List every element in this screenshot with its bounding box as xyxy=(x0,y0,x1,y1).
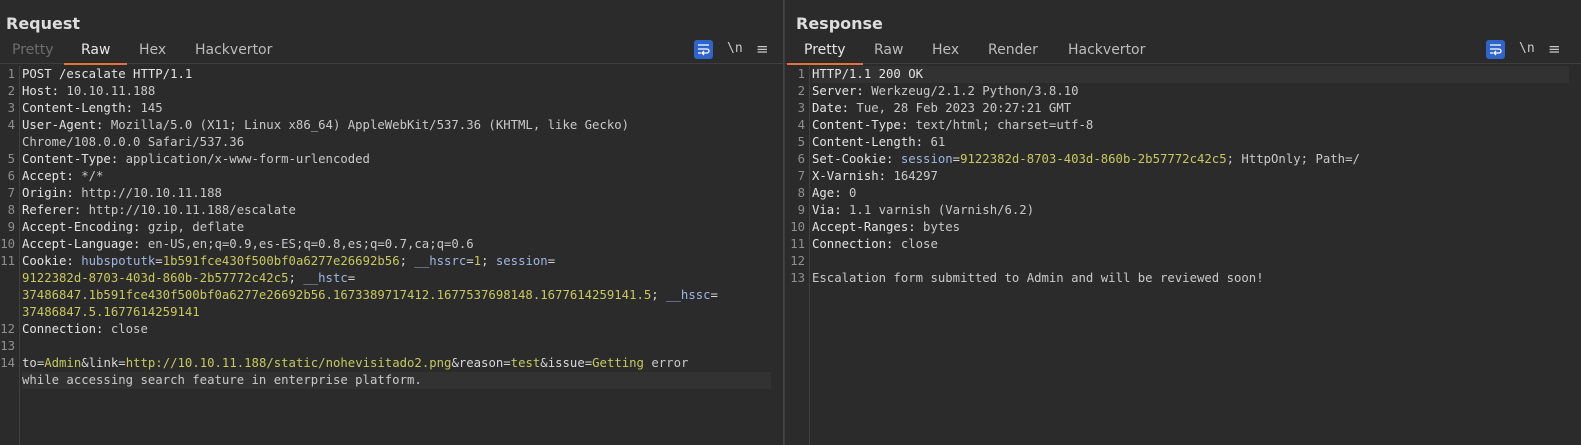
request-line: Host: 10.10.11.188 xyxy=(22,84,156,98)
response-line-numbers: 123 456 789 10 11 12 13 xyxy=(785,66,810,445)
response-pane: Response Pretty Raw Hex Render Hackverto… xyxy=(785,0,1581,445)
request-line: POST /escalate HTTP/1.1 xyxy=(22,67,193,81)
response-menu-icon[interactable]: ≡ xyxy=(1548,40,1561,58)
response-line: Server: Werkzeug/2.1.2 Python/3.8.10 xyxy=(812,84,1079,98)
request-body-line: to=Admin&link=http://10.10.11.188/static… xyxy=(22,356,689,370)
response-editor[interactable]: 123 456 789 10 11 12 13 HTTP/1.1 200 OK Se… xyxy=(785,66,1581,445)
request-line-blank xyxy=(22,338,771,355)
request-body-line: while accessing search feature in enterp… xyxy=(22,372,771,389)
response-tab-render[interactable]: Render xyxy=(984,38,1042,64)
request-tab-hackvertor[interactable]: Hackvertor xyxy=(191,38,276,64)
request-menu-icon[interactable]: ≡ xyxy=(756,40,769,58)
response-line: Via: 1.1 varnish (Varnish/6.2) xyxy=(812,203,1035,217)
response-line: Date: Tue, 28 Feb 2023 20:27:21 GMT xyxy=(812,101,1072,115)
request-line: Accept-Encoding: gzip, deflate xyxy=(22,220,245,234)
request-line: Chrome/108.0.0.0 Safari/537.36 xyxy=(22,135,245,149)
request-line: Content-Length: 145 xyxy=(22,101,163,115)
request-line: Accept: */* xyxy=(22,169,104,183)
response-tab-raw[interactable]: Raw xyxy=(870,38,907,64)
request-cookie-line: 9122382d-8703-403d-860b-2b57772c42c5; __… xyxy=(22,271,356,285)
response-body-line: Escalation form submitted to Admin and w… xyxy=(812,271,1264,285)
request-tabs: Pretty Raw Hex Hackvertor xyxy=(0,38,783,65)
request-line-numbers: 123 45 678 9 10 11 12 13 14 xyxy=(0,66,20,445)
request-tab-raw[interactable]: Raw xyxy=(63,38,129,65)
word-wrap-icon[interactable] xyxy=(1486,40,1505,59)
response-line: Content-Type: text/html; charset=utf-8 xyxy=(812,118,1094,132)
request-line: Content-Type: application/x-www-form-url… xyxy=(22,152,370,166)
request-tab-hex[interactable]: Hex xyxy=(135,38,170,64)
response-tools: \n ≡ xyxy=(1486,40,1566,60)
response-title: Response xyxy=(796,14,883,33)
newline-toggle-button[interactable]: \n xyxy=(727,41,743,56)
request-line: Referer: http://10.10.11.188/escalate xyxy=(22,203,296,217)
request-tab-pretty[interactable]: Pretty xyxy=(8,38,58,64)
response-code: HTTP/1.1 200 OK Server: Werkzeug/2.1.2 P… xyxy=(812,66,1569,445)
request-title: Request xyxy=(6,14,81,33)
response-line: Content-Length: 61 xyxy=(812,135,946,149)
request-cookie-line: 37486847.1b591fce430f500bf0a6277e26692b5… xyxy=(22,288,718,302)
request-cookie-line: Cookie: hubspotutk=1b591fce430f500bf0a62… xyxy=(22,254,556,268)
response-line-blank xyxy=(812,253,1569,270)
request-line: User-Agent: Mozilla/5.0 (X11; Linux x86_… xyxy=(22,118,630,132)
request-code: POST /escalate HTTP/1.1 Host: 10.10.11.1… xyxy=(22,66,771,445)
response-line: X-Varnish: 164297 xyxy=(812,169,938,183)
request-line: Accept-Language: en-US,en;q=0.9,es-ES;q=… xyxy=(22,237,474,251)
request-editor[interactable]: 123 45 678 9 10 11 12 13 14 POST /escalate H… xyxy=(0,66,783,445)
request-line: Origin: http://10.10.11.188 xyxy=(22,186,222,200)
newline-toggle-button[interactable]: \n xyxy=(1519,41,1535,56)
response-tabs: Pretty Raw Hex Render Hackvertor xyxy=(785,38,1581,65)
response-line: Age: 0 xyxy=(812,186,857,200)
response-line: Connection: close xyxy=(812,237,938,251)
request-cookie-line: 37486847.5.1677614259141 xyxy=(22,305,200,319)
request-tools: \n ≡ xyxy=(694,40,774,60)
request-line: Connection: close xyxy=(22,322,148,336)
response-line: HTTP/1.1 200 OK xyxy=(812,66,1569,83)
response-line: Accept-Ranges: bytes xyxy=(812,220,961,234)
response-tab-hackvertor[interactable]: Hackvertor xyxy=(1064,38,1149,64)
response-cookie-line: Set-Cookie: session=9122382d-8703-403d-8… xyxy=(812,152,1360,166)
word-wrap-icon[interactable] xyxy=(694,40,713,59)
request-pane: Request Pretty Raw Hex Hackvertor \n ≡ 1… xyxy=(0,0,783,445)
response-tab-pretty[interactable]: Pretty xyxy=(787,38,862,65)
response-tab-hex[interactable]: Hex xyxy=(928,38,963,64)
